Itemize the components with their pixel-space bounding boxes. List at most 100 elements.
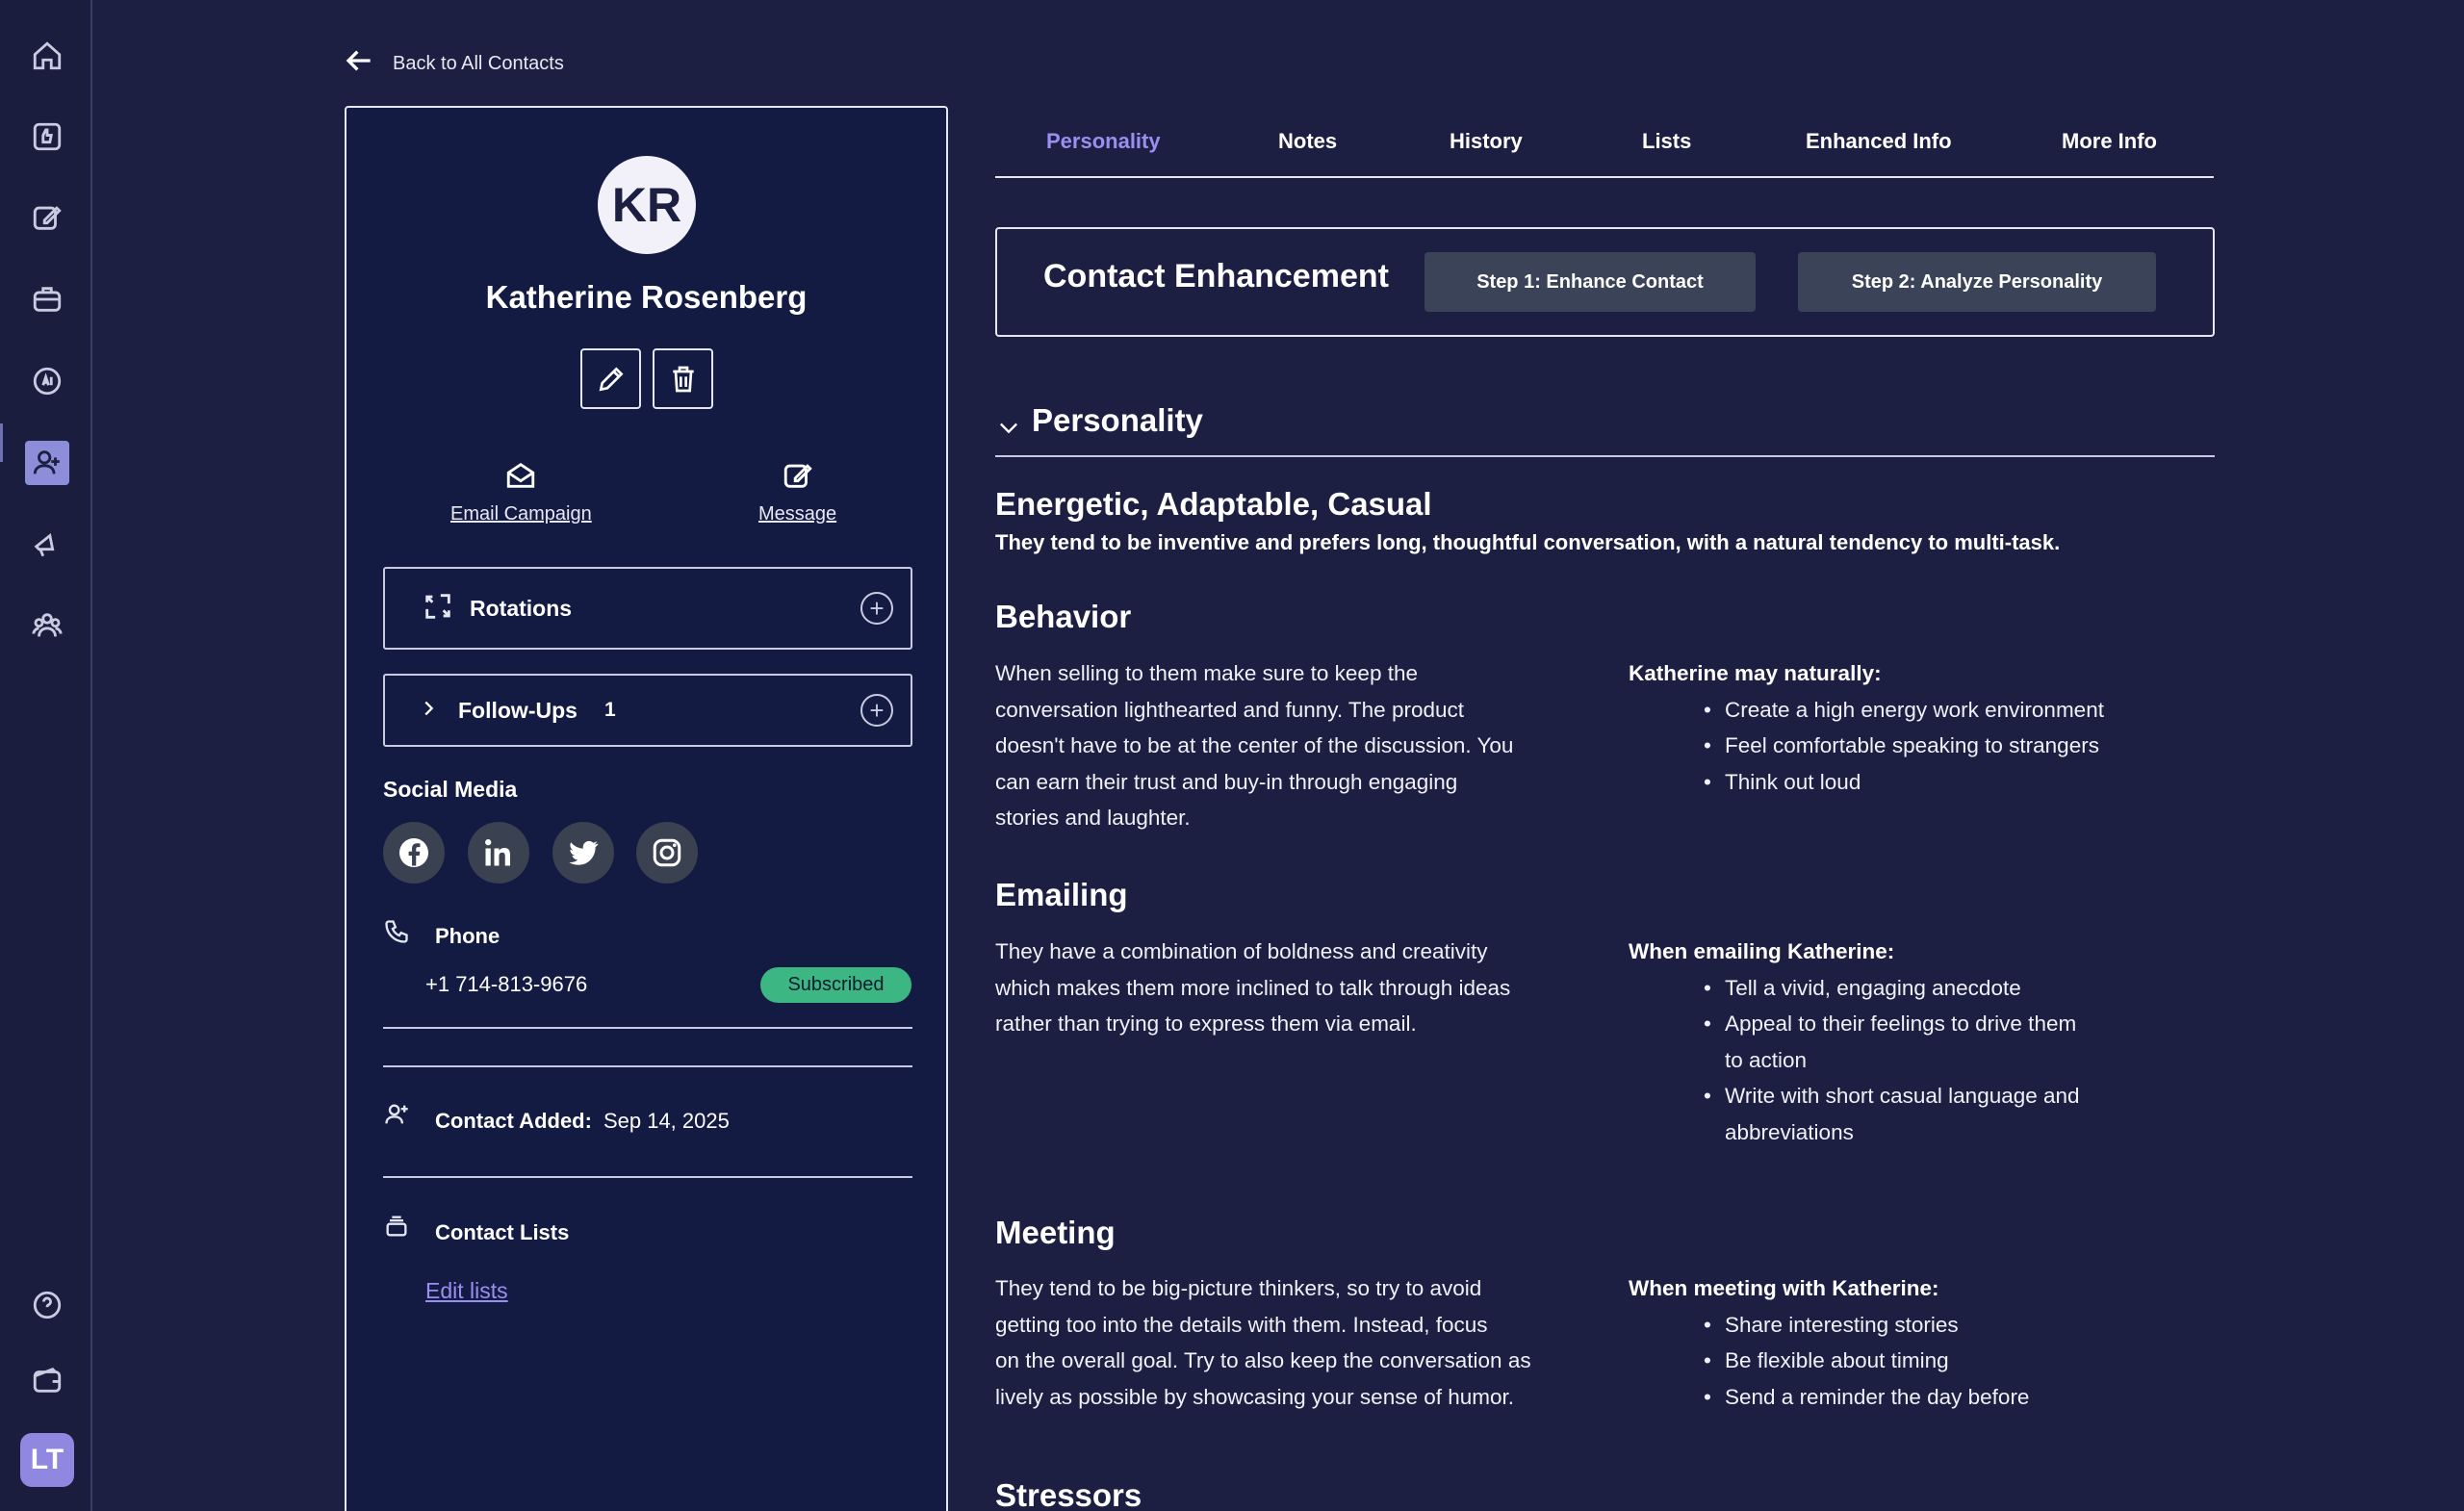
tab-lists[interactable]: Lists xyxy=(1642,129,1691,154)
text-line: They have a combination of boldness and … xyxy=(995,939,1488,963)
user-avatar[interactable]: LT xyxy=(20,1433,74,1487)
ai-icon[interactable] xyxy=(25,359,69,403)
contacts-icon[interactable] xyxy=(25,441,69,485)
contact-card: KR Katherine Rosenberg Email Campaign Me… xyxy=(345,106,948,1511)
text-line: getting too into the details with them. … xyxy=(995,1312,1488,1337)
twitter-icon[interactable] xyxy=(552,822,614,884)
text-line: They tend to be big-picture thinkers, so… xyxy=(995,1276,1482,1300)
pencil-icon xyxy=(599,366,624,391)
list-item: Appeal to their feelings to drive them t… xyxy=(1704,1006,2081,1078)
back-to-contacts-link[interactable]: Back to All Contacts xyxy=(345,44,564,83)
email-campaign-label: Email Campaign xyxy=(450,503,592,525)
trash-icon xyxy=(672,366,694,392)
list-item: Feel comfortable speaking to strangers xyxy=(1704,728,2206,764)
edit-icon[interactable] xyxy=(25,195,69,240)
text-line: can earn their trust and buy-in through … xyxy=(995,769,1458,794)
phone-icon xyxy=(383,918,410,950)
emailing-tips-title: When emailing Katherine: xyxy=(1629,939,1895,963)
facebook-icon[interactable] xyxy=(383,822,445,884)
thumbs-up-icon[interactable] xyxy=(25,115,69,159)
contact-added-date: Sep 14, 2025 xyxy=(603,1109,730,1133)
text-line: on the overall goal. Try to also keep th… xyxy=(995,1348,1531,1372)
edit-contact-button[interactable] xyxy=(580,348,641,409)
megaphone-icon[interactable] xyxy=(25,522,69,566)
add-rotation-button[interactable]: + xyxy=(860,592,893,625)
social-media-title: Social Media xyxy=(383,777,518,802)
arrow-left-icon xyxy=(345,45,375,82)
contact-enhancement-panel: Contact Enhancement Step 1: Enhance Cont… xyxy=(995,227,2215,337)
divider xyxy=(383,1176,912,1178)
tab-personality[interactable]: Personality xyxy=(1046,129,1161,154)
personality-summary: They tend to be inventive and prefers lo… xyxy=(995,530,2061,554)
followups-accordion[interactable]: Follow-Ups 1 + xyxy=(383,674,912,747)
divider xyxy=(383,1065,912,1067)
tab-enhanced-info[interactable]: Enhanced Info xyxy=(1806,129,1952,154)
compose-icon xyxy=(783,464,812,488)
team-icon[interactable] xyxy=(25,603,69,648)
personality-section-title: Personality xyxy=(1032,402,1203,438)
subscribed-badge: Subscribed xyxy=(760,967,911,1003)
home-icon[interactable] xyxy=(25,34,69,78)
envelope-open-icon xyxy=(507,462,535,488)
delete-contact-button[interactable] xyxy=(653,348,713,409)
text-line: When selling to them make sure to keep t… xyxy=(995,661,1418,685)
rotations-label: Rotations xyxy=(470,595,573,621)
wallet-icon[interactable] xyxy=(25,1358,69,1402)
icon-sidebar: LT xyxy=(0,0,92,1511)
tab-more-info[interactable]: More Info xyxy=(2062,129,2157,154)
list-item: Share interesting stories xyxy=(1704,1307,2206,1344)
profile-tabs: Personality Notes History Lists Enhanced… xyxy=(995,115,2214,178)
followups-label: Follow-Ups xyxy=(458,697,578,723)
phone-number[interactable]: +1 714-813-9676 xyxy=(425,972,587,997)
tab-notes[interactable]: Notes xyxy=(1278,129,1337,154)
behavior-tips: Katherine may naturally: Create a high e… xyxy=(1629,655,2206,800)
emailing-tips: When emailing Katherine: Tell a vivid, e… xyxy=(1629,934,2081,1150)
meeting-paragraph: They tend to be big-picture thinkers, so… xyxy=(995,1270,1582,1415)
followups-count: 1 xyxy=(603,699,616,721)
text-line: lively as possible by showcasing your se… xyxy=(995,1384,1515,1409)
contact-added-row: Contact Added: Sep 14, 2025 xyxy=(435,1109,730,1134)
divider xyxy=(383,1027,912,1029)
list-item: Tell a vivid, engaging anecdote xyxy=(1704,970,2081,1007)
add-followup-button[interactable]: + xyxy=(860,694,893,727)
help-icon[interactable] xyxy=(25,1283,69,1327)
rotations-accordion[interactable]: Rotations + xyxy=(383,567,912,650)
back-link-label: Back to All Contacts xyxy=(393,52,564,74)
message-label: Message xyxy=(758,503,837,525)
text-line: stories and laughter. xyxy=(995,806,1191,830)
stressors-title: Stressors xyxy=(995,1477,1142,1511)
list-stack-icon xyxy=(383,1213,410,1244)
rotation-icon xyxy=(422,590,454,627)
email-campaign-button[interactable]: Email Campaign xyxy=(450,459,592,525)
personality-section-header[interactable]: Personality xyxy=(995,397,2215,457)
tab-history[interactable]: History xyxy=(1450,129,1523,154)
emailing-title: Emailing xyxy=(995,877,1128,912)
contact-lists-label: Contact Lists xyxy=(435,1220,570,1244)
contact-name: Katherine Rosenberg xyxy=(485,279,808,315)
contact-added-label: Contact Added: xyxy=(435,1109,592,1133)
phone-label: Phone xyxy=(435,924,500,948)
linkedin-icon[interactable] xyxy=(468,822,529,884)
analyze-personality-button[interactable]: Step 2: Analyze Personality xyxy=(1798,252,2156,312)
list-item: Write with short casual language and abb… xyxy=(1704,1078,2081,1150)
chevron-right-icon xyxy=(418,698,439,724)
briefcase-icon[interactable] xyxy=(25,277,69,321)
rail-active-marker xyxy=(0,423,3,462)
text-line: rather than trying to express them via e… xyxy=(995,1012,1417,1036)
contact-enhancement-title: Contact Enhancement xyxy=(1043,258,1389,295)
enhance-contact-button[interactable]: Step 1: Enhance Contact xyxy=(1424,252,1756,312)
personality-traits: Energetic, Adaptable, Casual xyxy=(995,486,1432,522)
text-line: conversation lighthearted and funny. The… xyxy=(995,697,1464,722)
list-item: Think out loud xyxy=(1704,764,2206,801)
meeting-tips-title: When meeting with Katherine: xyxy=(1629,1276,1939,1300)
behavior-tips-title: Katherine may naturally: xyxy=(1629,661,1882,685)
behavior-paragraph: When selling to them make sure to keep t… xyxy=(995,655,1582,836)
user-add-icon xyxy=(383,1101,410,1133)
edit-lists-link[interactable]: Edit lists xyxy=(425,1278,508,1304)
chevron-down-icon xyxy=(995,414,1022,446)
meeting-title: Meeting xyxy=(995,1215,1116,1250)
message-button[interactable]: Message xyxy=(758,459,836,525)
instagram-icon[interactable] xyxy=(636,822,698,884)
emailing-paragraph: They have a combination of boldness and … xyxy=(995,934,1582,1042)
list-item: Send a reminder the day before xyxy=(1704,1379,2206,1416)
